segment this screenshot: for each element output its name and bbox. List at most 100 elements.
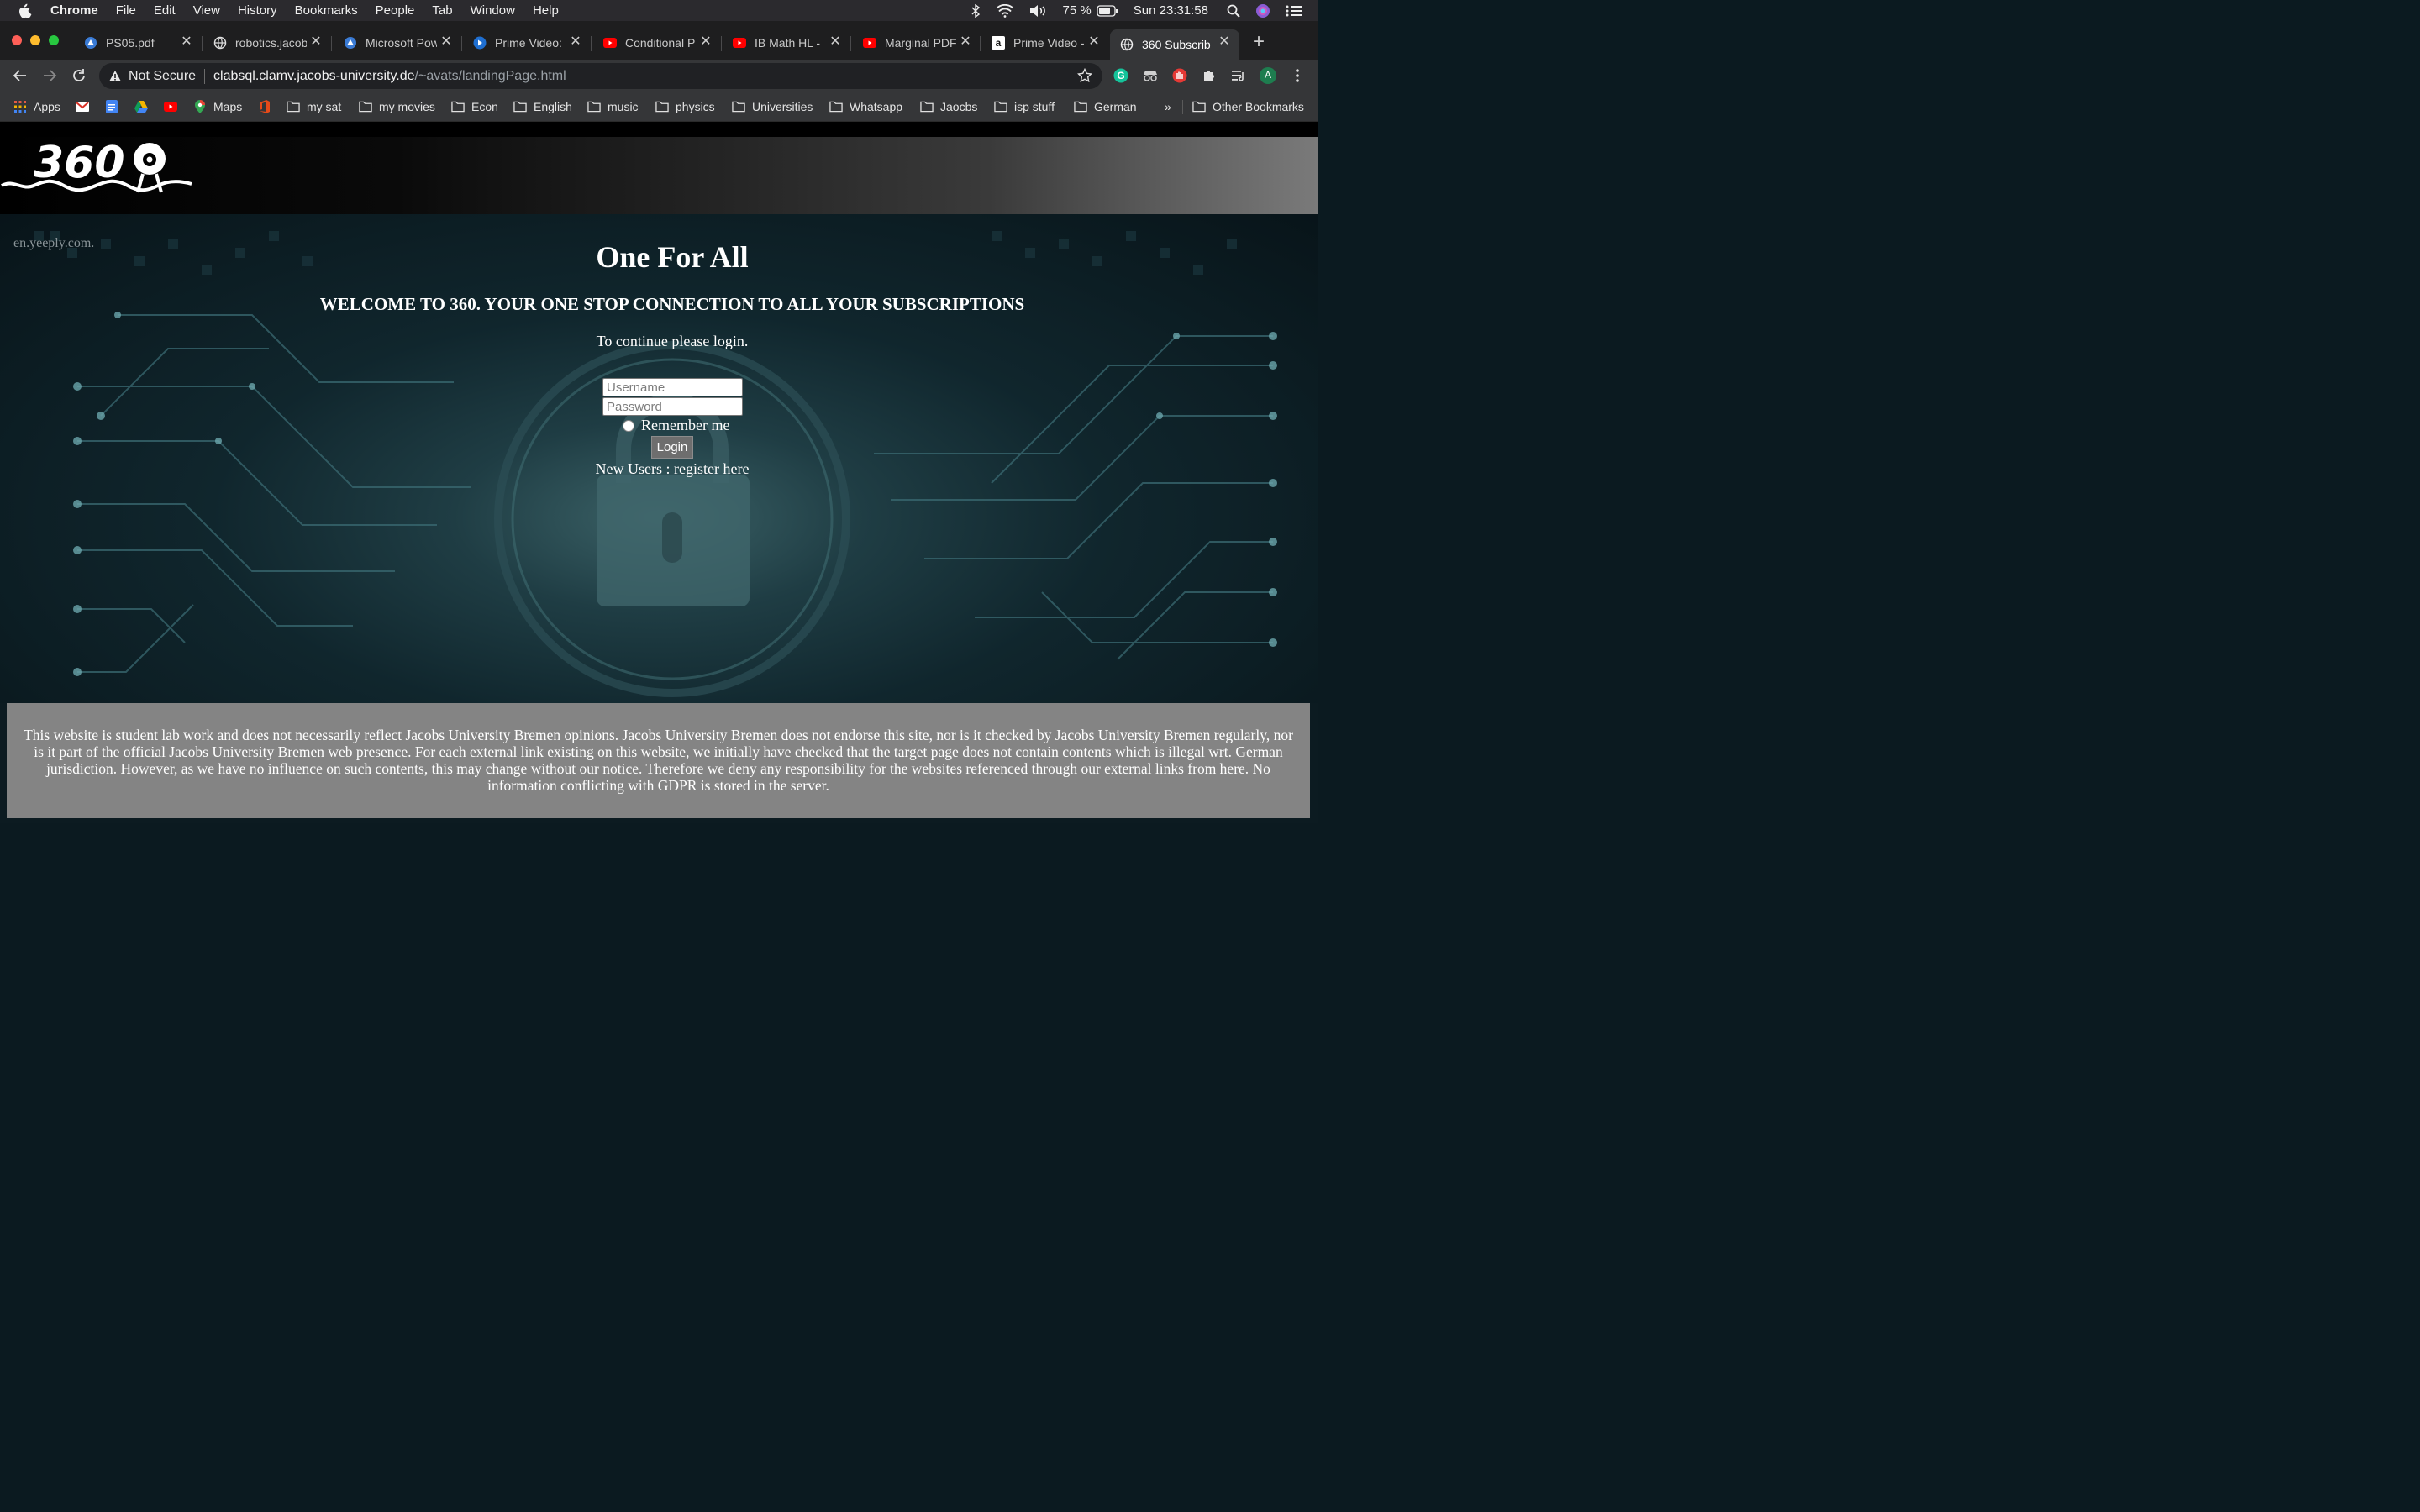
tab-ib-math-hl[interactable]: IB Math HL - ✕ <box>733 29 844 56</box>
folder-icon <box>359 100 372 113</box>
tab-360-subscriptions[interactable]: 360 Subscrib ✕ <box>1110 29 1239 60</box>
new-users-line: New Users : register here <box>0 460 1318 478</box>
remember-me-radio[interactable] <box>623 419 634 432</box>
menu-tab[interactable]: Tab <box>432 3 452 18</box>
bookmark-docs[interactable] <box>105 98 118 115</box>
chrome-menu-icon[interactable] <box>1289 67 1306 84</box>
tab-robotics[interactable]: robotics.jacob ✕ <box>213 29 324 56</box>
tab-title: Prime Video: I <box>495 36 566 50</box>
bookmark-folder-physics[interactable]: physics <box>655 98 715 115</box>
bookmark-folder-isp-stuff[interactable]: isp stuff <box>994 98 1055 115</box>
menu-history[interactable]: History <box>238 3 277 18</box>
incognito-extension-icon[interactable] <box>1142 67 1159 84</box>
tab-conditional-p[interactable]: Conditional P ✕ <box>603 29 714 56</box>
extensions-puzzle-icon[interactable] <box>1201 67 1218 84</box>
bookmark-folder-my-movies[interactable]: my movies <box>359 98 435 115</box>
tab-prime-video-2[interactable]: a Prime Video - ✕ <box>992 29 1102 56</box>
bookmark-folder-english[interactable]: English <box>513 98 572 115</box>
register-link[interactable]: register here <box>674 460 749 477</box>
security-status[interactable]: Not Secure <box>129 69 196 84</box>
bookmark-folder-econ[interactable]: Econ <box>451 98 498 115</box>
bookmark-folder-music[interactable]: music <box>587 98 639 115</box>
folder-icon <box>587 100 601 113</box>
chevron-double-right-icon: » <box>1165 100 1171 113</box>
close-icon[interactable]: ✕ <box>1218 35 1231 49</box>
menu-window[interactable]: Window <box>471 3 515 18</box>
volume-icon[interactable] <box>1029 4 1048 18</box>
bookmark-star-icon[interactable] <box>1076 67 1093 87</box>
bookmark-drive[interactable] <box>134 98 148 115</box>
address-bar[interactable]: Not Secure clabsql.clamv.jacobs-universi… <box>99 63 1102 89</box>
close-icon[interactable]: ✕ <box>569 35 582 49</box>
bookmark-folder-jaocbs[interactable]: Jaocbs <box>920 98 977 115</box>
warning-icon[interactable] <box>108 70 122 82</box>
bookmark-maps[interactable]: Maps <box>193 98 242 115</box>
tab-title: Microsoft Pow <box>366 36 437 50</box>
tab-prime-video-1[interactable]: Prime Video: I ✕ <box>473 29 584 56</box>
notification-center-icon[interactable] <box>1286 4 1302 18</box>
bookmark-label: Jaocbs <box>940 100 978 113</box>
bookmark-office[interactable] <box>258 98 271 115</box>
spotlight-search-icon[interactable] <box>1227 4 1240 18</box>
site-logo[interactable]: 360 <box>0 137 195 200</box>
drive-icon <box>344 36 357 50</box>
bookmarks-overflow-button[interactable]: » <box>1165 98 1171 115</box>
window-zoom-button[interactable] <box>49 35 59 45</box>
profile-avatar[interactable]: A <box>1260 67 1276 84</box>
login-button[interactable]: Login <box>651 436 693 459</box>
menu-bookmarks[interactable]: Bookmarks <box>295 3 358 18</box>
menu-clock[interactable]: Sun 23:31:58 <box>1134 3 1208 18</box>
menu-file[interactable]: File <box>116 3 136 18</box>
close-icon[interactable]: ✕ <box>309 35 323 49</box>
grammarly-icon[interactable]: G <box>1113 67 1129 84</box>
disclaimer-text: This website is student lab work and doe… <box>24 727 1293 794</box>
menu-view[interactable]: View <box>193 3 220 18</box>
other-bookmarks-folder[interactable]: Other Bookmarks <box>1192 98 1304 115</box>
stop-hand-icon[interactable] <box>1171 67 1188 84</box>
close-icon[interactable]: ✕ <box>1087 35 1101 49</box>
welcome-subtitle: WELCOME TO 360. YOUR ONE STOP CONNECTION… <box>319 294 1025 314</box>
bookmark-label: my sat <box>307 100 342 113</box>
bookmark-folder-german[interactable]: German <box>1074 98 1137 115</box>
bookmark-folder-my-sat[interactable]: my sat <box>287 98 341 115</box>
menu-people[interactable]: People <box>376 3 415 18</box>
menu-edit[interactable]: Edit <box>154 3 176 18</box>
apple-icon[interactable] <box>18 3 34 18</box>
globe-icon <box>1120 38 1134 51</box>
window-minimize-button[interactable] <box>30 35 40 45</box>
bluetooth-icon[interactable] <box>971 3 981 18</box>
close-icon[interactable]: ✕ <box>959 35 972 49</box>
reload-icon[interactable] <box>69 66 89 86</box>
password-input[interactable] <box>602 397 743 416</box>
back-arrow-icon[interactable] <box>10 66 30 86</box>
web-page: 360 en.yeeply.com. One For All WELCOME T… <box>0 122 1318 823</box>
close-icon[interactable]: ✕ <box>829 35 842 49</box>
tab-microsoft-pow[interactable]: Microsoft Pow ✕ <box>344 29 455 56</box>
bookmark-folder-whatsapp[interactable]: Whatsapp <box>829 98 902 115</box>
bookmark-gmail[interactable] <box>76 98 89 115</box>
maps-icon <box>193 100 207 113</box>
close-icon[interactable]: ✕ <box>699 35 713 49</box>
siri-icon[interactable] <box>1255 3 1270 18</box>
tab-marginal-pdf[interactable]: Marginal PDF ✕ <box>863 29 974 56</box>
new-tab-button[interactable]: + <box>1249 32 1269 53</box>
bookmark-apps[interactable]: Apps <box>13 98 60 115</box>
wifi-icon[interactable] <box>995 3 1014 18</box>
menu-app-name[interactable]: Chrome <box>50 3 98 18</box>
tab-ps05-pdf[interactable]: PS05.pdf ✕ <box>84 29 195 56</box>
remember-me-option[interactable]: Remember me <box>623 417 729 434</box>
media-queue-icon[interactable] <box>1230 67 1247 84</box>
battery-icon[interactable] <box>1097 4 1118 17</box>
bookmark-folder-universities[interactable]: Universities <box>732 98 813 115</box>
bookmark-youtube[interactable] <box>164 98 177 115</box>
window-close-button[interactable] <box>12 35 22 45</box>
youtube-icon <box>164 100 177 113</box>
globe-icon <box>213 36 227 50</box>
menu-help[interactable]: Help <box>533 3 559 18</box>
close-icon[interactable]: ✕ <box>439 35 453 49</box>
username-input[interactable] <box>602 378 743 396</box>
office-icon <box>258 100 271 113</box>
forward-arrow-icon[interactable] <box>39 66 60 86</box>
svg-text:a: a <box>996 37 1002 49</box>
close-icon[interactable]: ✕ <box>180 35 193 49</box>
